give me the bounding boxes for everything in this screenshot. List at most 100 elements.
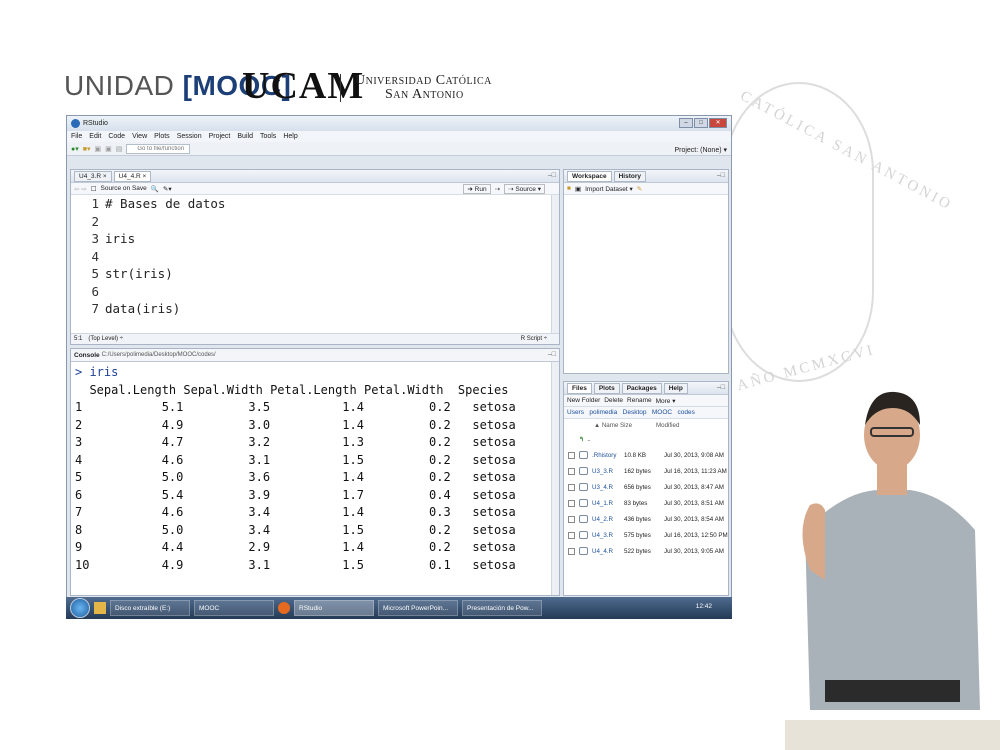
file-row[interactable]: U4_4.R 522 bytes Jul 30, 2013, 9:05 AM: [564, 543, 728, 559]
goto-file-input[interactable]: [126, 143, 191, 154]
taskbar-item[interactable]: Presentación de Pow...: [462, 600, 542, 616]
col-name[interactable]: ▲ Name: [594, 422, 620, 429]
pane-minmax-icon[interactable]: –□: [548, 351, 556, 358]
file-checkbox[interactable]: [568, 515, 575, 523]
file-modified: Jul 30, 2013, 9:08 AM: [664, 451, 724, 459]
file-name[interactable]: U4_3.R: [592, 532, 624, 539]
save-icon[interactable]: ▣: [95, 145, 102, 153]
tab-history[interactable]: History: [613, 170, 646, 182]
close-icon[interactable]: ✕: [709, 118, 727, 128]
console-scrollbar[interactable]: [551, 362, 559, 595]
file-name[interactable]: .Rhistory: [592, 452, 624, 459]
menu-edit[interactable]: Edit: [89, 133, 101, 140]
menu-plots[interactable]: Plots: [154, 133, 170, 140]
open-file-icon[interactable]: ■▾: [83, 145, 91, 153]
print-icon[interactable]: ▤: [116, 145, 123, 153]
menu-tools[interactable]: Tools: [260, 133, 276, 140]
pane-minmax-icon[interactable]: –□: [548, 172, 556, 179]
clock[interactable]: 12:42: [696, 603, 712, 610]
code-line: 4: [71, 248, 559, 266]
clear-workspace-icon[interactable]: ✎: [637, 185, 642, 193]
run-button[interactable]: ➜ Run: [463, 183, 491, 194]
more-button[interactable]: More ▾: [656, 397, 676, 405]
find-icon[interactable]: 🔍: [151, 185, 159, 193]
col-size[interactable]: Size: [620, 422, 656, 429]
file-row[interactable]: U4_1.R 83 bytes Jul 30, 2013, 8:51 AM: [564, 495, 728, 511]
tab-workspace[interactable]: Workspace: [567, 170, 612, 182]
rerun-icon[interactable]: ⇢: [495, 185, 500, 193]
menu-help[interactable]: Help: [283, 133, 297, 140]
rename-button[interactable]: Rename: [627, 397, 652, 404]
editor-toolbar: ⇦ ⇨ ☐ Source on Save 🔍 ✎▾ ➜ Run ⇢ ⇢ Sour…: [71, 183, 559, 195]
explorer-icon[interactable]: [94, 602, 106, 614]
menu-code[interactable]: Code: [108, 133, 125, 140]
code-area[interactable]: 1 # Bases de datos 2 3 iris 4 5 str(iris) 6…: [71, 195, 559, 335]
import-dataset-button[interactable]: Import Dataset ▾: [585, 185, 633, 193]
tab-u4-3[interactable]: U4_3.R ×: [74, 170, 112, 182]
source-on-save-checkbox[interactable]: ☐: [91, 185, 97, 193]
pane-minmax-icon[interactable]: –□: [717, 172, 725, 179]
file-row[interactable]: U4_2.R 436 bytes Jul 30, 2013, 8:54 AM: [564, 511, 728, 527]
tab-plots[interactable]: Plots: [593, 382, 620, 394]
tab-help[interactable]: Help: [663, 382, 688, 394]
file-type-selector[interactable]: R Script ÷: [521, 336, 547, 342]
file-name[interactable]: U4_2.R: [592, 516, 624, 523]
col-modified[interactable]: Modified: [656, 422, 679, 429]
file-name[interactable]: U3_4.R: [592, 484, 624, 491]
windows-taskbar: Disco extraíble (E:) MOOC RStudio Micros…: [66, 597, 732, 619]
load-workspace-icon[interactable]: ■: [567, 185, 571, 192]
menu-project[interactable]: Project: [209, 133, 231, 140]
console-output[interactable]: > iris Sepal.Length Sepal.Width Petal.Le…: [71, 362, 559, 595]
menu-file[interactable]: File: [71, 133, 82, 140]
project-menu[interactable]: Project: (None) ▾: [674, 146, 727, 154]
r-file-icon: [579, 483, 588, 491]
file-checkbox[interactable]: [568, 547, 575, 555]
code-line: 6: [71, 283, 559, 301]
taskbar-item[interactable]: RStudio: [294, 600, 374, 616]
workspace-toolbar: ■ ▣ Import Dataset ▾ ✎: [564, 183, 728, 195]
file-name[interactable]: U4_4.R: [592, 548, 624, 555]
file-row[interactable]: U3_3.R 162 bytes Jul 16, 2013, 11:23 AM: [564, 463, 728, 479]
tab-packages[interactable]: Packages: [621, 382, 662, 394]
minimize-icon[interactable]: –: [679, 118, 693, 128]
code-line: 1 # Bases de datos: [71, 195, 559, 213]
menu-session[interactable]: Session: [177, 133, 202, 140]
scope-selector[interactable]: (Top Level) ÷: [88, 336, 123, 342]
code-tools-icon[interactable]: ✎▾: [163, 185, 172, 193]
taskbar-item[interactable]: Microsoft PowerPoin...: [378, 600, 458, 616]
header-divider: [340, 74, 341, 102]
tab-u4-4[interactable]: U4_4.R ×: [113, 170, 152, 182]
new-file-icon[interactable]: ●▾: [71, 145, 79, 153]
delete-button[interactable]: Delete: [604, 397, 623, 404]
maximize-icon[interactable]: □: [694, 118, 708, 128]
start-button-icon[interactable]: [70, 598, 90, 618]
source-button[interactable]: ⇢ Source ▾: [504, 183, 545, 194]
file-row[interactable]: U3_4.R 656 bytes Jul 30, 2013, 8:47 AM: [564, 479, 728, 495]
taskbar-item[interactable]: Disco extraíble (E:): [110, 600, 190, 616]
tab-files[interactable]: Files: [567, 382, 592, 394]
file-row[interactable]: .Rhistory 10.8 KB Jul 30, 2013, 9:08 AM: [564, 447, 728, 463]
save-workspace-icon[interactable]: ▣: [575, 185, 581, 193]
firefox-icon[interactable]: [278, 602, 290, 614]
taskbar-item[interactable]: MOOC: [194, 600, 274, 616]
menu-view[interactable]: View: [132, 133, 147, 140]
editor-scrollbar[interactable]: [551, 195, 559, 335]
file-row[interactable]: U4_3.R 575 bytes Jul 16, 2013, 12:50 PM: [564, 527, 728, 543]
file-checkbox[interactable]: [568, 499, 575, 507]
file-checkbox[interactable]: [568, 467, 575, 475]
r-file-icon: [579, 515, 588, 523]
source-on-save-label: Source on Save: [100, 185, 147, 192]
file-name[interactable]: U4_1.R: [592, 500, 624, 507]
file-checkbox[interactable]: [568, 483, 575, 491]
file-name[interactable]: U3_3.R: [592, 468, 624, 475]
back-icon[interactable]: ⇦ ⇨: [74, 185, 87, 193]
file-checkbox[interactable]: [568, 531, 575, 539]
pane-minmax-icon[interactable]: –□: [717, 384, 725, 391]
parent-folder-row[interactable]: ↰..: [564, 431, 728, 447]
files-breadcrumb[interactable]: Users polimedia Desktop MOOC codes: [564, 407, 728, 419]
console-row: 8 5.0 3.4 1.5 0.2 setosa: [75, 522, 516, 537]
menu-build[interactable]: Build: [237, 133, 253, 140]
file-checkbox[interactable]: [568, 451, 575, 459]
new-folder-button[interactable]: New Folder: [567, 397, 600, 404]
save-all-icon[interactable]: ▣: [105, 145, 112, 153]
